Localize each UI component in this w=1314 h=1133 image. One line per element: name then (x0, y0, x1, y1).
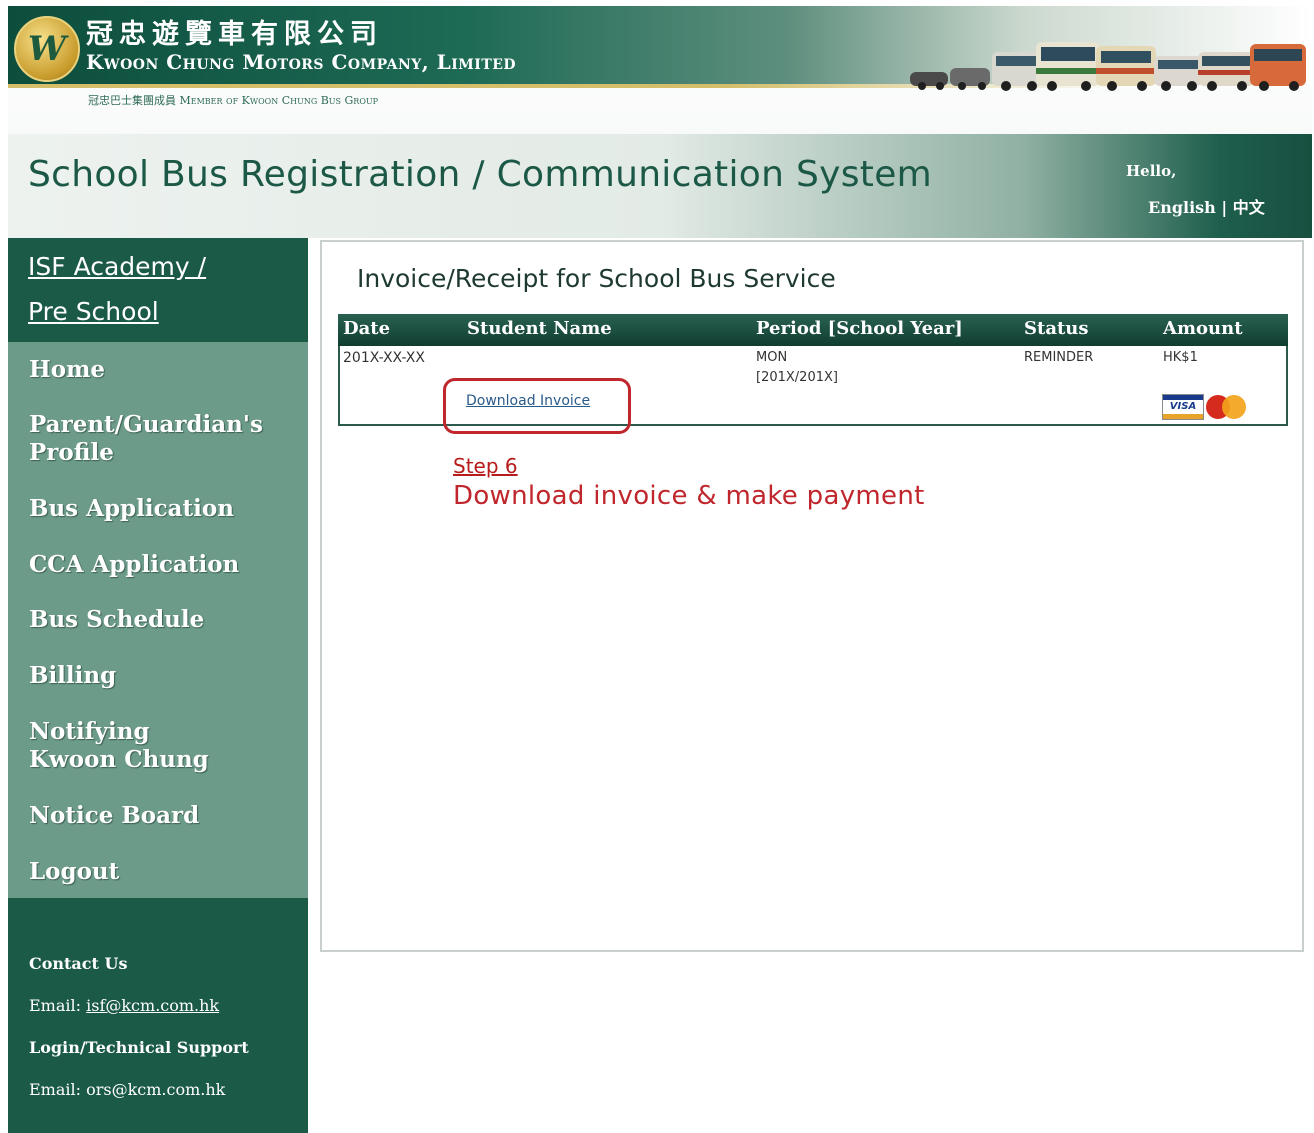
user-greeting: Hello, (1126, 162, 1177, 180)
site-header: W 冠忠遊覽車有限公司 Kwoon Chung Motors Company, … (8, 6, 1312, 238)
sidebar-item-parent-guardian-profile[interactable]: Parent/Guardian's (29, 411, 263, 439)
contact-email-row: Email: isf@kcm.com.hk (29, 996, 219, 1015)
contact-heading: Contact Us (29, 954, 128, 973)
group-member-line: 冠忠巴士集團成員 Member of Kwoon Chung Bus Group (88, 94, 379, 107)
sidebar-item-cca-application[interactable]: CCA Application (29, 551, 239, 579)
company-name-chinese: 冠忠遊覽車有限公司 (86, 19, 383, 50)
content-title: Invoice/Receipt for School Bus Service (357, 264, 836, 293)
contact-email-label: Email: (29, 996, 82, 1015)
step-instruction: Download invoice & make payment (453, 481, 925, 511)
sidebar-item-notifying-kwoon-chung-line2[interactable]: Kwoon Chung (29, 746, 209, 774)
sidebar-menu: Home Parent/Guardian's Profile Bus Appli… (8, 342, 308, 898)
column-header-amount: Amount (1163, 318, 1243, 339)
sidebar-item-bus-schedule[interactable]: Bus Schedule (29, 606, 204, 634)
support-email-label: Email: (29, 1080, 82, 1099)
support-email-row: Email: ors@kcm.com.hk (29, 1080, 225, 1099)
sidebar-item-billing[interactable]: Billing (29, 662, 116, 690)
sidebar-item-home[interactable]: Home (29, 356, 105, 384)
mastercard-icon[interactable] (1203, 393, 1249, 421)
language-switcher: English | 中文 (1148, 194, 1265, 218)
step-label-link[interactable]: Step 6 (453, 454, 518, 478)
support-heading: Login/Technical Support (29, 1038, 249, 1057)
cell-status: REMINDER (1024, 350, 1094, 365)
sidebar-item-parent-guardian-profile-line2[interactable]: Profile (29, 439, 114, 467)
cell-amount: HK$1 (1163, 350, 1198, 365)
logo-letter: W (27, 29, 67, 69)
sidebar-contact-block: Contact Us Email: isf@kcm.com.hk Login/T… (8, 898, 308, 1133)
cell-period-year: [201X/201X] (756, 370, 838, 385)
contact-email-link[interactable]: isf@kcm.com.hk (86, 996, 219, 1015)
column-header-date: Date (343, 318, 391, 339)
visa-label: VISA (1169, 401, 1197, 412)
visa-card-icon[interactable]: VISA (1162, 394, 1204, 420)
sidebar-item-logout[interactable]: Logout (29, 858, 119, 886)
school-link-line1[interactable]: ISF Academy / (28, 252, 206, 281)
language-chinese-link[interactable]: 中文 (1233, 198, 1265, 217)
company-logo: W (14, 16, 80, 82)
school-link-line2[interactable]: Pre School (28, 297, 159, 326)
cell-period-day: MON (756, 350, 788, 365)
column-header-status: Status (1024, 318, 1089, 339)
support-email-value: ors@kcm.com.hk (86, 1080, 226, 1099)
cell-date: 201X-XX-XX (343, 350, 425, 366)
company-name-english: Kwoon Chung Motors Company, Limited (86, 50, 517, 74)
sidebar-item-notice-board[interactable]: Notice Board (29, 802, 199, 830)
language-english-link[interactable]: English (1148, 198, 1216, 217)
visa-stripe-bottom (1163, 414, 1203, 419)
sidebar-item-notifying-kwoon-chung[interactable]: Notifying (29, 718, 150, 746)
bus-fleet-illustration (910, 42, 1306, 91)
sidebar-school-block: ISF Academy / Pre School (8, 238, 308, 342)
step-highlight-circle (443, 378, 631, 434)
page-title: School Bus Registration / Communication … (28, 154, 933, 195)
sidebar-item-bus-application[interactable]: Bus Application (29, 495, 234, 523)
column-header-student-name: Student Name (467, 318, 612, 339)
language-separator: | (1221, 198, 1228, 217)
column-header-period: Period [School Year] (756, 318, 963, 339)
